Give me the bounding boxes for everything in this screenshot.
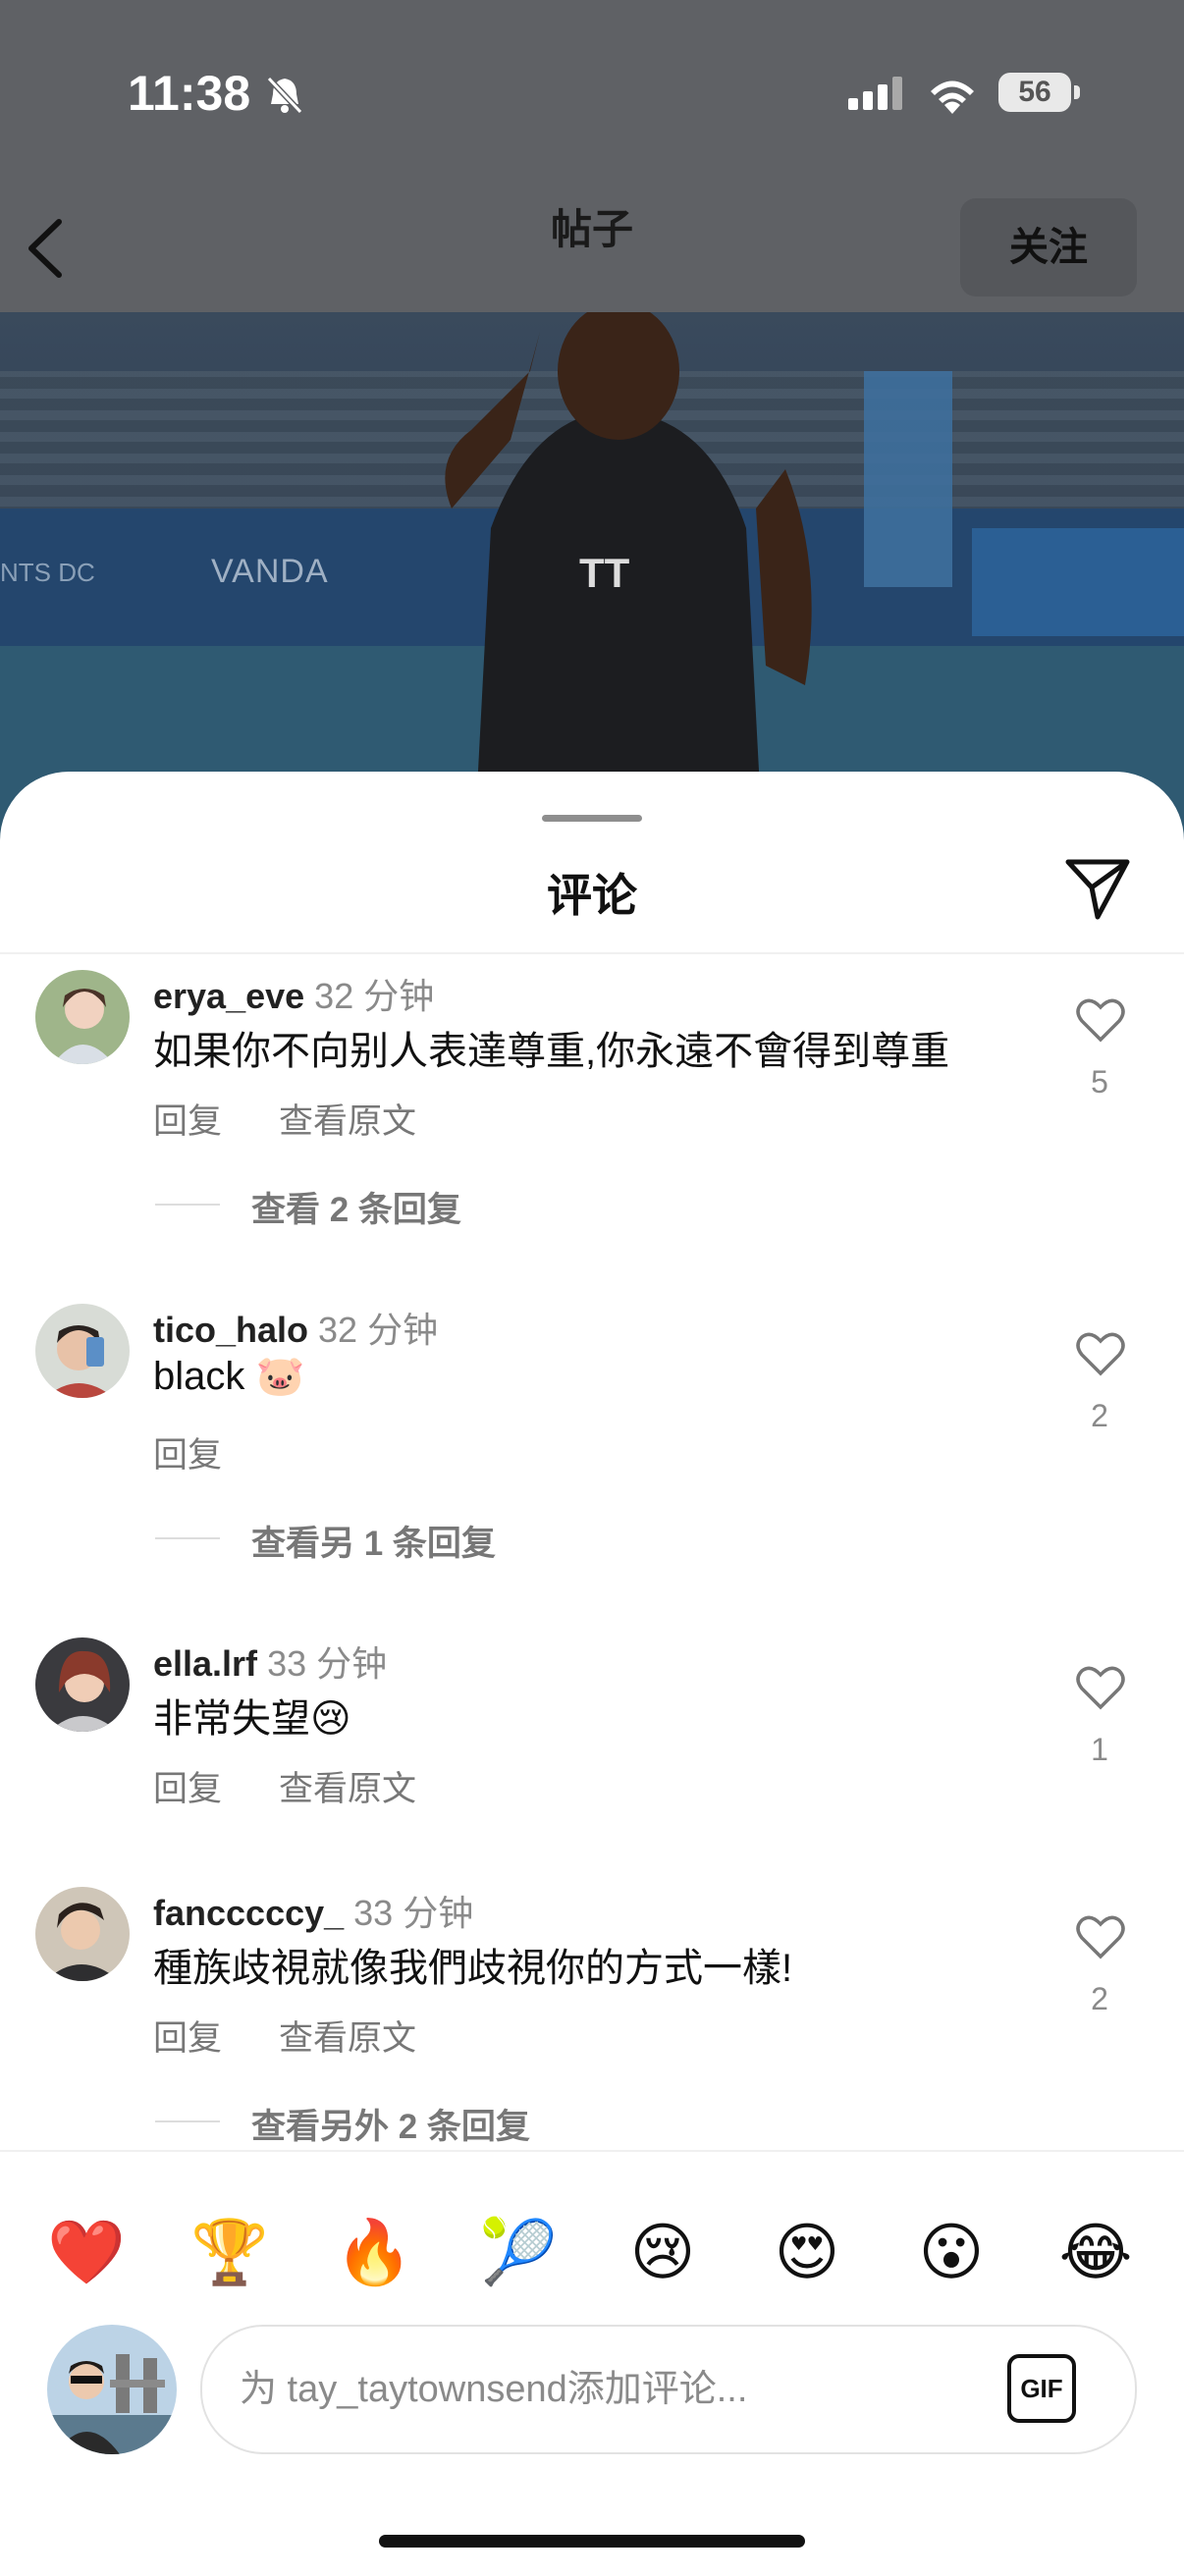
gif-button[interactable]: GIF <box>1007 2354 1076 2423</box>
sheet-drag-handle[interactable] <box>542 815 642 822</box>
comment-time: 33 分钟 <box>353 1893 474 1933</box>
home-indicator[interactable] <box>379 2535 805 2548</box>
reply-button[interactable]: 回复 <box>153 1102 222 1141</box>
comment-time: 32 分钟 <box>314 976 435 1016</box>
photo-banner: VANDA <box>211 553 329 590</box>
emoji-heart-eyes[interactable]: 😍 <box>766 2211 848 2293</box>
emoji-fire[interactable]: 🔥 <box>333 2211 415 2293</box>
comment-input[interactable] <box>238 2354 929 2425</box>
like-heart-icon[interactable] <box>1076 1914 1125 1959</box>
comment-username[interactable]: erya_eve <box>153 976 304 1016</box>
comment-input-field[interactable]: GIF <box>200 2325 1137 2454</box>
svg-text:TT: TT <box>579 550 630 596</box>
sheet-title: 评论 <box>547 870 637 921</box>
comment-text: 如果你不向别人表達尊重,你永遠不會得到尊重 <box>153 1030 950 1073</box>
reply-button[interactable]: 回复 <box>153 1770 222 1808</box>
like-count: 2 <box>1091 1981 1108 2016</box>
comment-text: 非常失望😢 <box>153 1697 351 1741</box>
see-translation-button[interactable]: 查看原文 <box>279 1102 416 1141</box>
emoji-surprised[interactable]: 😮 <box>910 2211 993 2293</box>
post-background: NTS DC VANDA TT 11:38 56 帖子 关注 <box>0 0 1184 884</box>
like-count: 2 <box>1091 1398 1108 1433</box>
photo-banner-left: NTS DC <box>0 558 95 587</box>
avatar[interactable] <box>35 1887 130 1981</box>
wifi-icon <box>931 80 974 114</box>
like-count: 1 <box>1091 1732 1108 1767</box>
status-bar: 11:38 56 <box>0 0 1184 196</box>
view-replies-link[interactable]: 查看另 1 条回复 <box>155 1516 496 1566</box>
comment-text: 種族歧視就像我們歧視你的方式一樣! <box>153 1947 793 1990</box>
battery-indicator: 56 <box>998 73 1071 112</box>
emoji-trophy[interactable]: 🏆 <box>188 2211 271 2293</box>
comment-username[interactable]: ella.lrf <box>153 1643 257 1684</box>
avatar[interactable] <box>35 1637 130 1732</box>
avatar[interactable] <box>35 970 130 1064</box>
comment-time: 32 分钟 <box>318 1310 439 1350</box>
follow-button[interactable]: 关注 <box>960 198 1137 296</box>
quick-emoji-row: ❤️ 🏆 🔥 🎾 😢 😍 😮 😂 <box>0 2211 1184 2299</box>
emoji-crying[interactable]: 😢 <box>621 2211 704 2293</box>
silent-bell-icon <box>266 76 303 115</box>
avatar[interactable] <box>35 1304 130 1398</box>
like-heart-icon[interactable] <box>1076 1331 1125 1376</box>
see-translation-button[interactable]: 查看原文 <box>279 2019 416 2058</box>
comment-time: 33 分钟 <box>267 1643 388 1684</box>
cellular-signal-icon <box>848 77 902 110</box>
like-heart-icon[interactable] <box>1076 1665 1125 1710</box>
reply-button[interactable]: 回复 <box>153 1436 222 1475</box>
current-user-avatar <box>47 2325 177 2454</box>
view-replies-link[interactable]: 查看另外 2 条回复 <box>155 2099 530 2149</box>
reply-button[interactable]: 回复 <box>153 2019 222 2058</box>
status-time: 11:38 <box>128 66 251 121</box>
like-heart-icon[interactable] <box>1076 997 1125 1043</box>
comment-username[interactable]: fancccccy_ <box>153 1893 344 1933</box>
sheet-divider <box>0 952 1184 954</box>
share-send-icon[interactable] <box>1062 854 1133 925</box>
view-replies-link[interactable]: 查看 2 条回复 <box>155 1182 461 1232</box>
emoji-heart[interactable]: ❤️ <box>45 2211 128 2293</box>
comment-composer-bar: ❤️ 🏆 🔥 🎾 😢 😍 😮 😂 GIF <box>0 2150 1184 2576</box>
emoji-laughing[interactable]: 😂 <box>1054 2211 1137 2293</box>
see-translation-button[interactable]: 查看原文 <box>279 1770 416 1808</box>
emoji-tennis[interactable]: 🎾 <box>477 2211 560 2293</box>
comment-username[interactable]: tico_halo <box>153 1310 308 1350</box>
like-count: 5 <box>1091 1064 1108 1100</box>
comment-text: black 🐷 <box>153 1355 305 1398</box>
